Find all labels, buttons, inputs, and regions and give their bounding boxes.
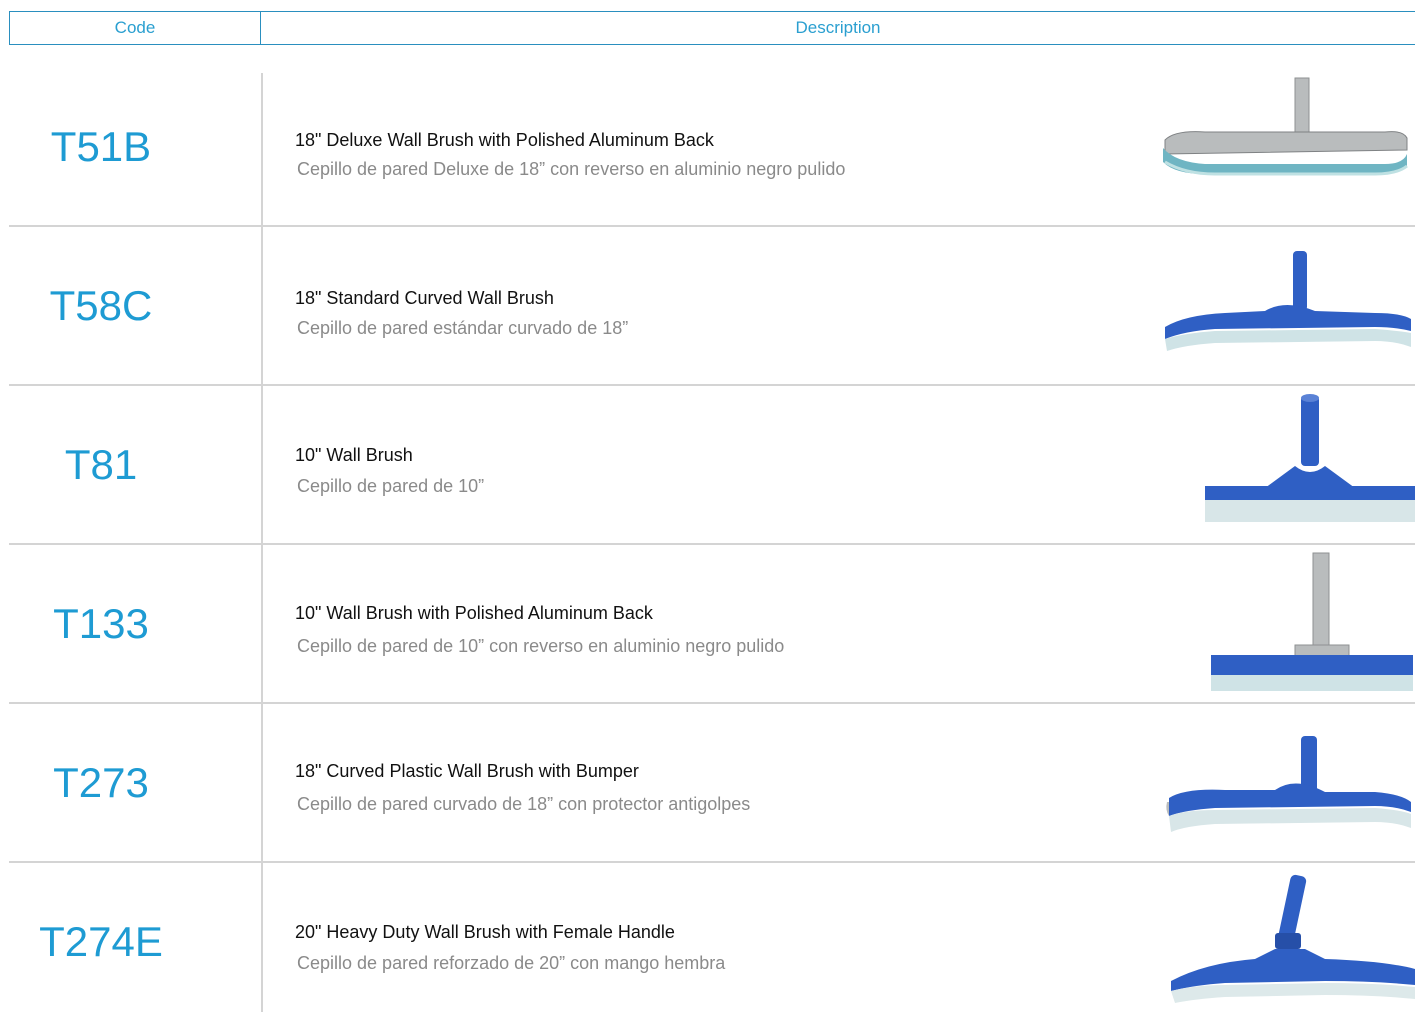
product-code: T133 [53, 600, 149, 647]
product-title: 18" Standard Curved Wall Brush [295, 288, 554, 308]
product-row: T81 10" Wall Brush Cepillo de pared de 1… [9, 386, 1415, 545]
product-title: 18" Curved Plastic Wall Brush with Bumpe… [295, 761, 639, 781]
product-subtitle: Cepillo de pared Deluxe de 18” con rever… [297, 159, 846, 179]
product-row: T58C 18" Standard Curved Wall Brush Cepi… [9, 227, 1415, 386]
product-code: T51B [50, 123, 152, 170]
curved-wall-brush-icon [1145, 229, 1415, 379]
curved-bumper-wall-brush-icon [1145, 706, 1415, 856]
product-title: 20" Heavy Duty Wall Brush with Female Ha… [295, 922, 675, 942]
product-subtitle: Cepillo de pared curvado de 18” con prot… [297, 794, 751, 814]
curved-aluminum-wall-brush-icon [1145, 70, 1415, 220]
header-description: Description [795, 18, 881, 37]
product-subtitle: Cepillo de pared estándar curvado de 18” [297, 318, 629, 338]
product-title: 18" Deluxe Wall Brush with Polished Alum… [295, 130, 714, 150]
straight-wall-brush-icon [1145, 388, 1415, 538]
product-code: T81 [64, 441, 138, 488]
heavy-duty-wall-brush-icon [1145, 865, 1415, 1015]
product-row: T51B 18" Deluxe Wall Brush with Polished… [9, 68, 1415, 227]
table-header: Code Description [9, 11, 1415, 45]
product-row: T273 18" Curved Plastic Wall Brush with … [9, 704, 1415, 863]
product-subtitle: Cepillo de pared de 10” con reverso en a… [297, 636, 785, 656]
product-subtitle: Cepillo de pared de 10” [297, 476, 485, 496]
product-row: T133 10" Wall Brush with Polished Alumin… [9, 545, 1415, 704]
product-code: T273 [53, 759, 149, 806]
product-title: 10" Wall Brush with Polished Aluminum Ba… [295, 603, 653, 623]
product-row: T274E 20" Heavy Duty Wall Brush with Fem… [9, 863, 1415, 1022]
header-code: Code [10, 12, 261, 44]
product-code: T58C [49, 282, 153, 329]
aluminum-back-wall-brush-icon [1145, 547, 1415, 697]
product-title: 10" Wall Brush [295, 445, 413, 465]
product-code: T274E [39, 918, 163, 965]
product-subtitle: Cepillo de pared reforzado de 20” con ma… [297, 953, 726, 973]
